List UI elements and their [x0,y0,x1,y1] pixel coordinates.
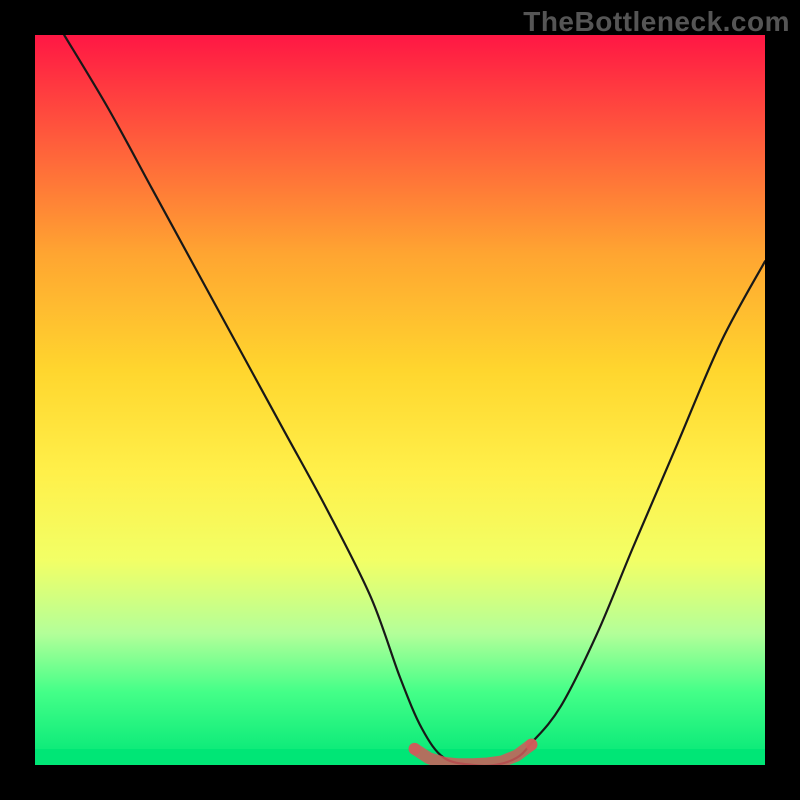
optimal-band-endpoint [409,743,421,755]
bottom-green-band [35,749,765,765]
watermark-text: TheBottleneck.com [523,6,790,38]
chart-canvas [35,35,765,765]
optimal-band-endpoint [525,739,537,751]
chart-frame: TheBottleneck.com [0,0,800,800]
plot-area [35,35,765,765]
gradient-background [35,35,765,765]
